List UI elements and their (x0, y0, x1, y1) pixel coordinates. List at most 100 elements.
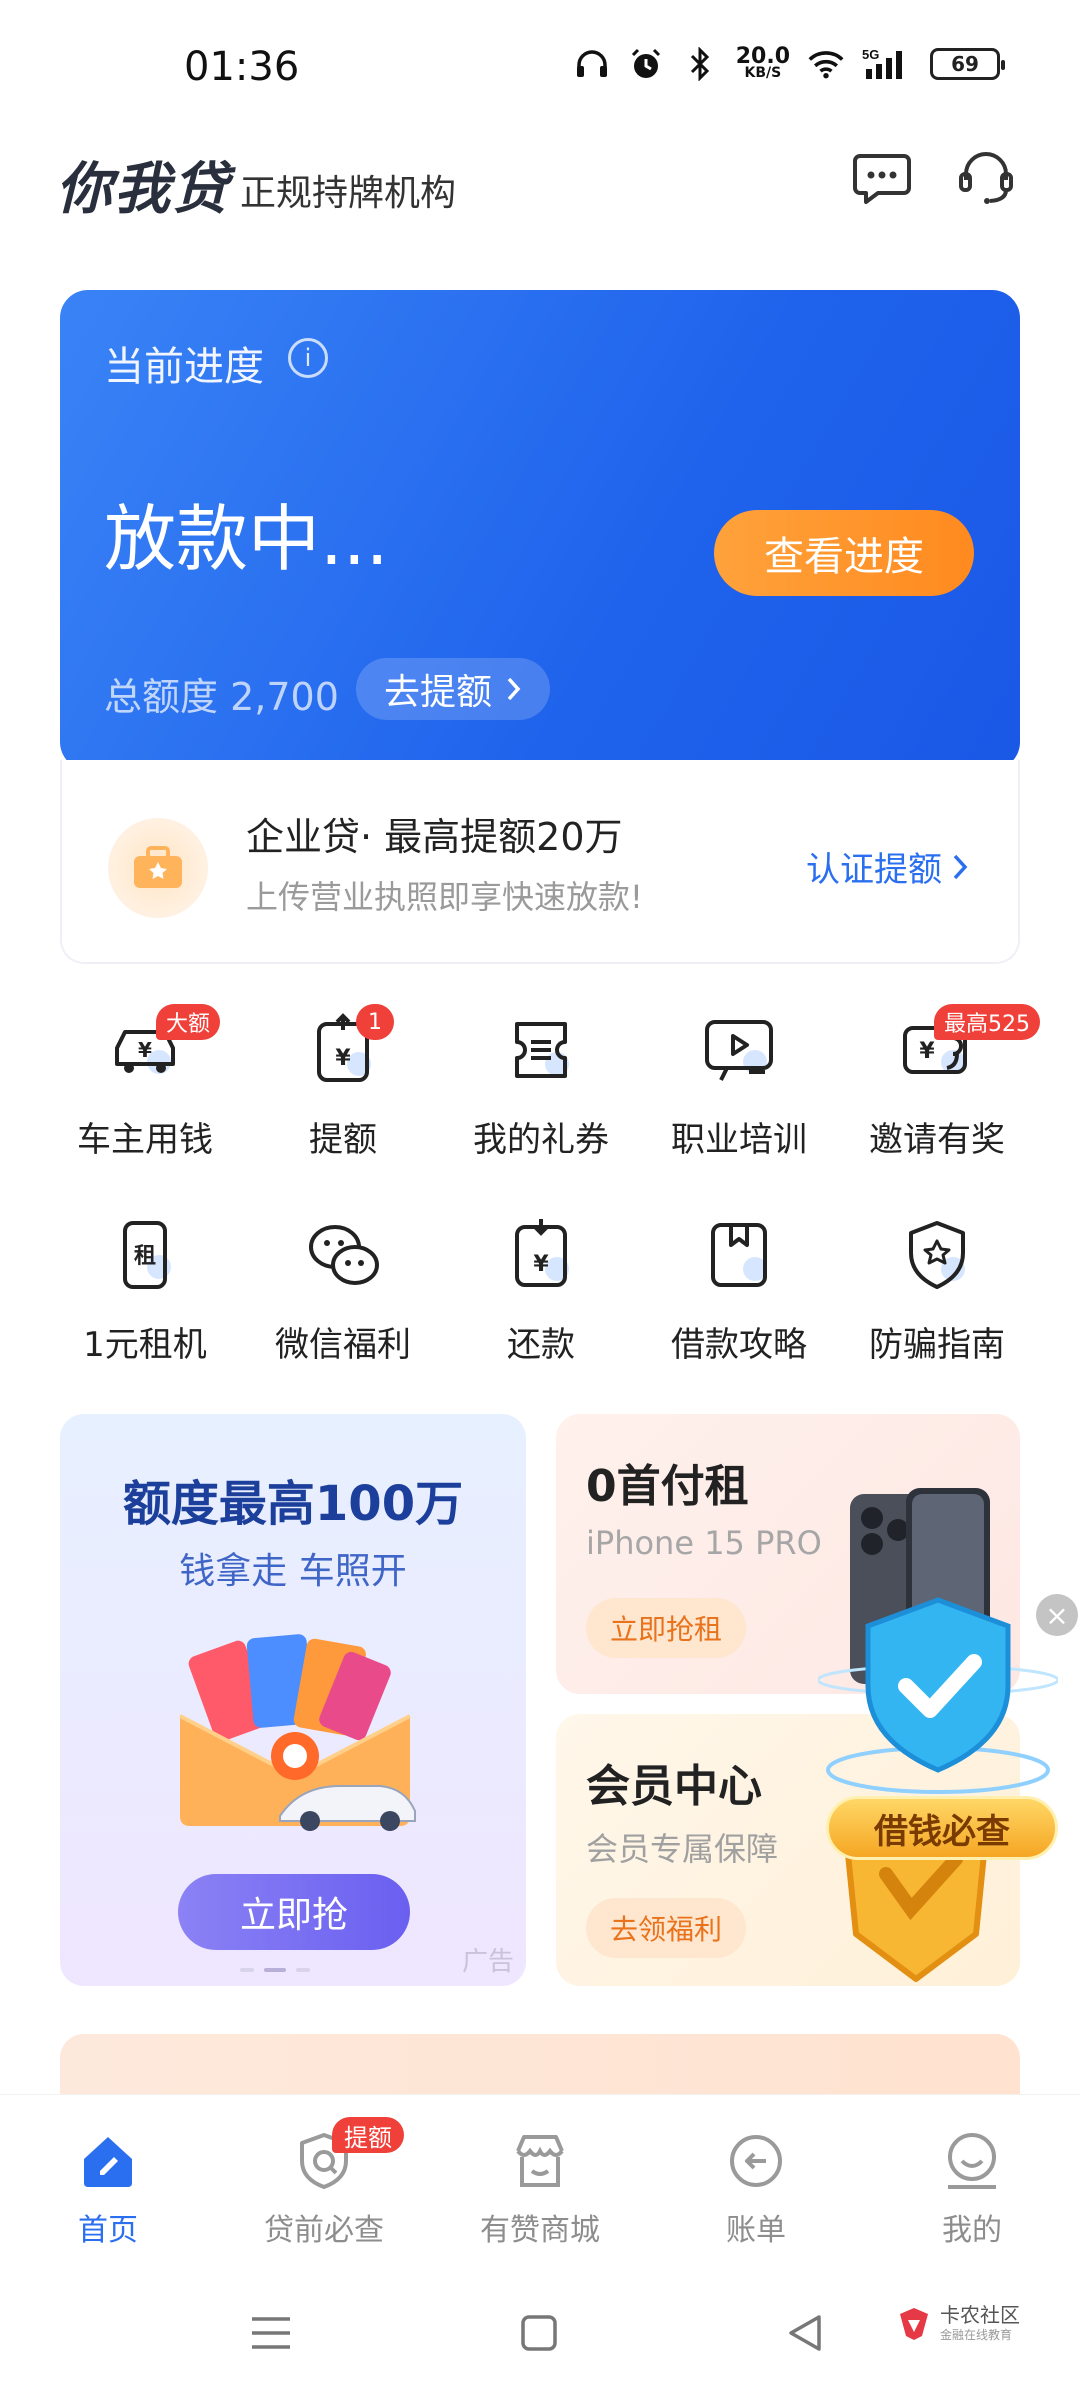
chevron-right-icon (507, 677, 521, 701)
next-banner-peek (60, 2034, 1020, 2094)
grid-item-car-loan[interactable]: ¥ 大额 车主用钱 (46, 1004, 244, 1161)
signal-icon: 5G (862, 46, 912, 82)
loan-status: 放款中... (104, 497, 389, 581)
svg-text:¥: ¥ (138, 1038, 152, 1062)
grid-item-wechat[interactable]: 微信福利 (244, 1215, 442, 1366)
tab-label: 有赞商城 (480, 2213, 600, 2248)
chevron-right-icon (953, 854, 968, 879)
grid-item-repay[interactable]: ¥ 还款 (442, 1215, 640, 1366)
verify-raise-link[interactable]: 认证提额 (806, 842, 968, 891)
guide-book-icon (711, 1223, 767, 1287)
wifi-icon (808, 46, 844, 82)
back-nav-icon[interactable] (780, 2308, 830, 2358)
claim-benefits-button[interactable]: 去领福利 (586, 1898, 747, 1958)
net-speed-value: 20.0 (735, 44, 790, 69)
promo-phone-title: 0首付租 (586, 1461, 749, 1512)
grid-label: 1元租机 (83, 1325, 207, 1365)
floating-shield-check-icon[interactable] (818, 1590, 1058, 1820)
raise-limit-label: 去提额 (384, 672, 493, 713)
grid-label: 还款 (507, 1325, 575, 1365)
status-time: 01:36 (184, 44, 300, 90)
bluetooth-icon (682, 46, 718, 82)
watermark-logo-icon (900, 2307, 928, 2340)
rent-now-button[interactable]: 立即抢租 (586, 1598, 747, 1658)
view-progress-button[interactable]: 查看进度 (714, 510, 974, 596)
tab-profile[interactable]: 我的 (864, 2095, 1080, 2264)
tab-label: 首页 (78, 2213, 138, 2248)
carousel-dots (240, 1968, 310, 1972)
tab-label: 贷前必查 (264, 2213, 384, 2248)
grid-item-raise-limit[interactable]: ¥ 1 提额 (244, 1004, 442, 1161)
watermark-sub: 金融在线教育 (940, 2328, 1013, 2342)
net-speed: 20.0 KB/S (735, 44, 790, 81)
ad-label: 广告 (461, 1947, 514, 1977)
menu-nav-icon[interactable] (246, 2308, 296, 2358)
watermark: 卡农社区 金融在线教育 (896, 2304, 1020, 2343)
tab-label: 我的 (942, 2213, 1002, 2248)
tab-store[interactable]: 有赞商城 (432, 2095, 648, 2264)
loan-progress-card: 当前进度 i 放款中... 查看进度 总额度 2,700 去提额 (60, 290, 1020, 770)
promo-car-loan-card[interactable]: 额度最高100万 钱拿走 车照开 立即抢 广告 (60, 1414, 526, 1986)
svg-text:¥: ¥ (533, 1252, 549, 1277)
envelope-car-illustration (179, 1634, 416, 1831)
app-slogan: 正规持牌机构 (240, 173, 457, 214)
network-type: 5G (862, 47, 879, 62)
grid-label: 车主用钱 (77, 1120, 213, 1160)
status-icons: 20.0 KB/S 5G 69 (574, 44, 1005, 82)
close-float-icon[interactable]: × (1036, 1594, 1078, 1636)
bill-icon (730, 2135, 782, 2187)
tab-pre-loan-check[interactable]: 提额 贷前必查 (216, 2095, 432, 2264)
grid-item-training[interactable]: 职业培训 (640, 1010, 838, 1161)
grid-label: 借款攻略 (671, 1325, 807, 1365)
app-header: 你我贷 正规持牌机构 (0, 130, 1080, 250)
rent-phone-icon: 租 (123, 1221, 171, 1289)
alarm-icon (628, 46, 664, 82)
promo-left-title: 额度最高100万 (122, 1476, 464, 1532)
home-icon (84, 2137, 132, 2187)
grid-label: 职业培训 (671, 1120, 807, 1160)
info-icon[interactable]: i (288, 338, 328, 378)
progress-title: 当前进度 (104, 344, 264, 390)
wechat-icon (309, 1225, 379, 1285)
tab-label: 账单 (726, 2213, 786, 2248)
svg-text:租: 租 (134, 1244, 156, 1269)
bottom-tab-bar: 首页 提额 贷前必查 有赞商城 账单 我的 (0, 2094, 1080, 2264)
enterprise-title: 企业贷· 最高提额20万 (246, 815, 623, 859)
headphones-icon (574, 46, 610, 82)
promo-member-subtitle: 会员专属保障 (586, 1830, 779, 1868)
grid-label: 我的礼券 (473, 1120, 609, 1160)
raise-limit-button[interactable]: 去提额 (356, 658, 551, 720)
grid-item-rent-phone[interactable]: 租 1元租机 (46, 1215, 244, 1366)
grid-item-invite[interactable]: ¥ 最高525 邀请有奖 (838, 1004, 1040, 1161)
message-icon (853, 154, 911, 204)
shield-star-icon (909, 1221, 965, 1289)
grid-badge: 1 (356, 1004, 394, 1040)
grid-badge: 最高525 (934, 1004, 1040, 1040)
training-screen-icon (705, 1020, 773, 1081)
briefcase-star-icon (108, 818, 208, 918)
loan-check-float-button[interactable]: 借钱必查 (826, 1796, 1058, 1860)
grid-item-coupons[interactable]: 我的礼券 (442, 1010, 640, 1161)
store-icon (516, 2135, 564, 2187)
tab-home[interactable]: 首页 (0, 2095, 216, 2264)
watermark-text: 卡农社区 (940, 2303, 1020, 2327)
grid-label: 微信福利 (275, 1325, 411, 1365)
total-credit: 总额度 2,700 (104, 675, 339, 719)
svg-text:¥: ¥ (919, 1039, 935, 1064)
grid-item-loan-guide[interactable]: 借款攻略 (640, 1215, 838, 1366)
grid-label: 邀请有奖 (869, 1120, 1005, 1160)
promo-member-title: 会员中心 (586, 1761, 762, 1812)
coupon-icon (515, 1022, 569, 1078)
message-button[interactable] (846, 142, 918, 214)
tab-bill[interactable]: 账单 (648, 2095, 864, 2264)
grid-label: 提额 (309, 1120, 377, 1160)
grab-now-button[interactable]: 立即抢 (178, 1874, 410, 1950)
grid-badge: 大额 (156, 1004, 221, 1040)
status-bar: 01:36 20.0 KB/S 5G 69 (0, 0, 1080, 130)
home-nav-icon[interactable] (514, 2308, 564, 2358)
enterprise-loan-banner[interactable]: 企业贷· 最高提额20万 上传营业执照即享快速放款! 认证提额 (60, 760, 1020, 964)
svg-text:¥: ¥ (335, 1046, 351, 1071)
customer-service-button[interactable] (950, 142, 1022, 214)
tab-badge: 提额 (332, 2117, 404, 2153)
grid-item-anti-fraud[interactable]: 防骗指南 (838, 1215, 1036, 1366)
